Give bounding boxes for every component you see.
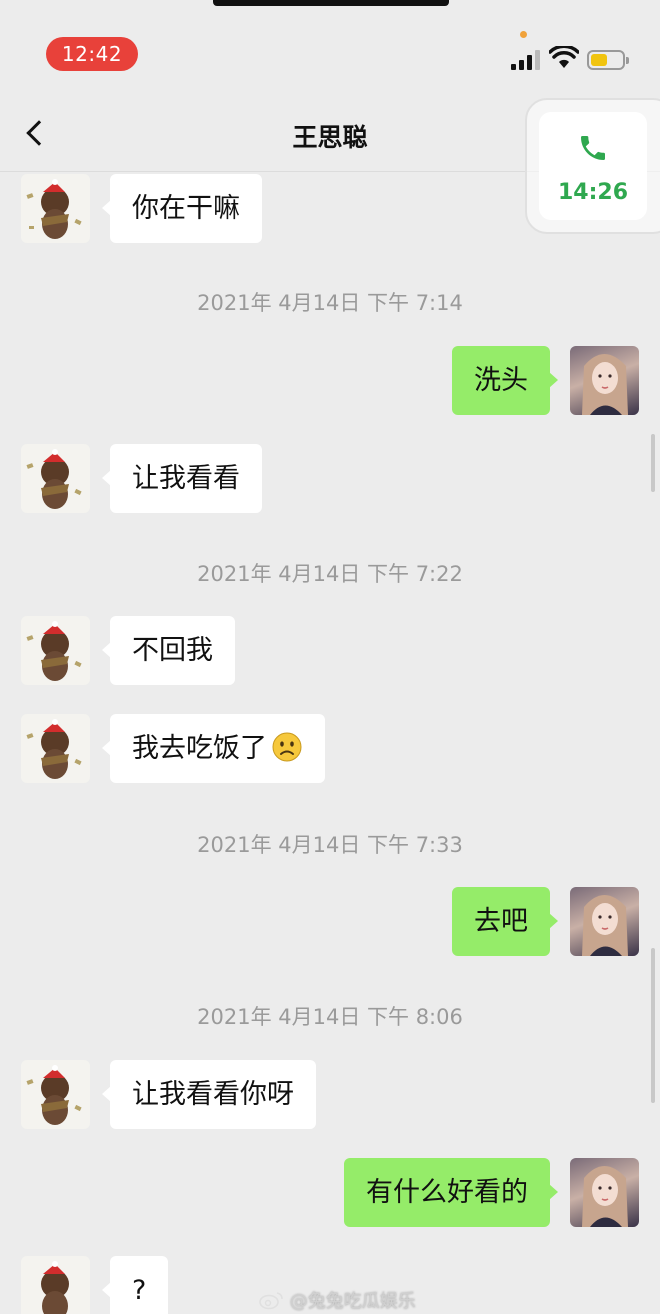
contact-avatar[interactable] xyxy=(21,444,90,513)
contact-avatar[interactable] xyxy=(21,714,90,783)
mic-indicator-dot xyxy=(520,31,527,38)
contact-avatar[interactable] xyxy=(21,1060,90,1129)
message-timestamp: 2021年 4月14日 下午 7:33 xyxy=(197,833,463,857)
bear-avatar-icon xyxy=(26,179,82,239)
weibo-logo-icon xyxy=(259,1292,283,1310)
cellular-signal-icon xyxy=(511,50,541,70)
message-text: 我去吃饭了 xyxy=(132,733,267,764)
girl-avatar-icon xyxy=(582,354,628,415)
sent-message-bubble[interactable]: 有什么好看的 xyxy=(344,1158,558,1227)
received-message-bubble[interactable]: 我去吃饭了 xyxy=(102,714,325,783)
bear-avatar-icon xyxy=(26,1065,82,1125)
battery-icon xyxy=(587,50,629,70)
wifi-icon xyxy=(549,46,579,68)
received-message-bubble[interactable]: ? xyxy=(101,1256,169,1314)
bear-avatar-icon xyxy=(26,449,82,509)
received-message-bubble[interactable]: 让我看看 xyxy=(102,444,262,513)
bear-avatar-icon xyxy=(41,1261,69,1314)
phone-icon xyxy=(581,136,605,160)
received-message-bubble[interactable]: 你在干嘛 xyxy=(102,174,262,243)
watermark-text: @兔兔吃瓜娱乐 xyxy=(289,1291,416,1312)
self-avatar[interactable] xyxy=(570,346,639,415)
scroll-indicator[interactable] xyxy=(651,434,655,492)
status-bar: 12:42 xyxy=(0,0,660,100)
status-time[interactable]: 12:42 xyxy=(46,37,138,71)
received-message-bubble[interactable]: 让我看看你呀 xyxy=(102,1060,316,1129)
self-avatar[interactable] xyxy=(570,1158,639,1227)
contact-avatar[interactable] xyxy=(21,1256,90,1314)
message-timestamp: 2021年 4月14日 下午 8:06 xyxy=(197,1005,463,1029)
message-timestamp: 2021年 4月14日 下午 7:14 xyxy=(197,291,463,315)
call-widget-card[interactable]: 14:26 xyxy=(539,112,647,220)
self-avatar[interactable] xyxy=(570,887,639,956)
girl-avatar-icon xyxy=(582,895,628,956)
watermark: @兔兔吃瓜娱乐 xyxy=(258,1287,416,1313)
contact-avatar[interactable] xyxy=(21,174,90,243)
bear-avatar-icon xyxy=(26,621,82,681)
received-message-bubble[interactable]: 不回我 xyxy=(102,616,235,685)
ongoing-call-widget[interactable]: 14:26 xyxy=(525,98,660,234)
scroll-indicator[interactable] xyxy=(651,948,655,1103)
sent-message-bubble[interactable]: 洗头 xyxy=(452,346,558,415)
call-duration: 14:26 xyxy=(557,180,629,205)
frown-emoji-icon xyxy=(272,732,302,762)
message-timestamp: 2021年 4月14日 下午 7:22 xyxy=(197,562,463,586)
bear-avatar-icon xyxy=(26,719,82,779)
sent-message-bubble[interactable]: 去吧 xyxy=(452,887,558,956)
girl-avatar-icon xyxy=(582,1166,628,1227)
contact-avatar[interactable] xyxy=(21,616,90,685)
